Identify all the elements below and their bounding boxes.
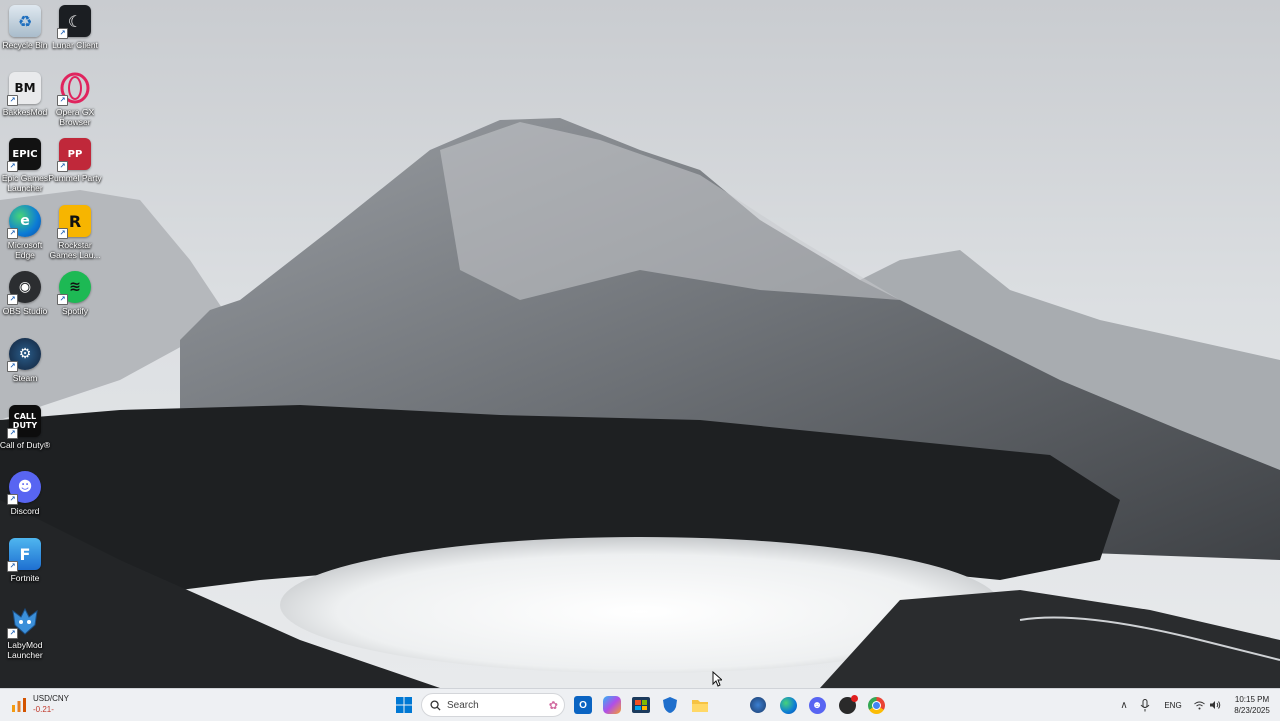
language-label: ENG bbox=[1164, 700, 1182, 710]
desktop-icon-label: Spotify bbox=[62, 306, 88, 316]
desktop-icon-bakkesmod[interactable]: BM ↗ BakkesMod bbox=[0, 72, 50, 134]
steam-icon: ⚙ ↗ bbox=[7, 338, 41, 372]
desktop-icon-discord[interactable]: ☻ ↗ Discord bbox=[0, 471, 50, 533]
rockstar-icon: R ↗ bbox=[57, 205, 91, 239]
call-of-duty-icon: CALL DUTY ↗ bbox=[7, 405, 41, 439]
windows-logo-icon bbox=[396, 697, 412, 713]
desktop-icon-microsoft-edge[interactable]: e ↗ Microsoft Edge bbox=[0, 205, 50, 267]
bakkesmod-icon: BM ↗ bbox=[7, 72, 41, 106]
show-hidden-icons-button[interactable]: ∧ bbox=[1115, 694, 1133, 716]
microphone-button[interactable] bbox=[1136, 694, 1154, 716]
app-shield-icon bbox=[750, 697, 766, 713]
taskbar-file-explorer[interactable] bbox=[689, 694, 711, 716]
start-button[interactable] bbox=[393, 694, 415, 716]
taskbar-game-app[interactable] bbox=[836, 694, 858, 716]
desktop-icon-rockstar[interactable]: R ↗ Rockstar Games Lau... bbox=[49, 205, 101, 267]
desktop-icon-labymod[interactable]: ↗ LabyMod Launcher bbox=[0, 605, 50, 667]
taskbar-defender[interactable] bbox=[659, 694, 681, 716]
desktop-icon-label: Pummel Party bbox=[48, 173, 102, 183]
pummel-party-icon: PP ↗ bbox=[57, 138, 91, 172]
desktop-icon-lunar-client[interactable]: ☾ ↗ Lunar Client bbox=[50, 5, 100, 67]
desktop-icon-label: OBS Studio bbox=[2, 306, 48, 316]
obs-icon: ◉ ↗ bbox=[7, 271, 41, 305]
desktop-icon-spotify[interactable]: ≋ ↗ Spotify bbox=[50, 271, 100, 333]
widget-button[interactable] bbox=[8, 694, 30, 716]
desktop-icon-label: Lunar Client bbox=[52, 40, 98, 50]
desktop-icon-fortnite[interactable]: F ↗ Fortnite bbox=[0, 538, 50, 600]
discord-icon: ☻ bbox=[808, 696, 826, 714]
game-app-icon bbox=[838, 694, 858, 714]
edge-icon bbox=[779, 696, 797, 714]
clock-button[interactable]: 10:15 PM 8/23/2025 bbox=[1226, 692, 1278, 718]
store-icon bbox=[632, 697, 650, 713]
discord-icon: ☻ ↗ bbox=[7, 471, 41, 505]
taskbar-copilot[interactable] bbox=[601, 694, 623, 716]
clock-time: 10:15 PM bbox=[1234, 695, 1270, 704]
clock-date: 8/23/2025 bbox=[1234, 706, 1270, 715]
desktop-icon-label: Fortnite bbox=[10, 573, 40, 583]
taskbar-edge[interactable] bbox=[777, 694, 799, 716]
widget-title: USD/CNY bbox=[33, 694, 70, 703]
shield-icon bbox=[663, 697, 677, 713]
desktop-icon-epic-games[interactable]: EPIC ↗ Epic Games Launcher bbox=[0, 138, 50, 200]
desktop-icon-label: Rockstar Games Lau... bbox=[49, 240, 101, 260]
taskbar-outlook[interactable]: O bbox=[572, 694, 594, 716]
taskbar-app-shield[interactable] bbox=[747, 694, 769, 716]
widget-value: -0.21- bbox=[33, 705, 54, 714]
search-placeholder: Search bbox=[447, 699, 479, 711]
desktop-icon-pummel-party[interactable]: PP ↗ Pummel Party bbox=[48, 138, 102, 200]
edge-icon: e ↗ bbox=[7, 205, 41, 239]
desktop-wallpaper bbox=[0, 0, 1280, 688]
mouse-cursor-icon bbox=[712, 671, 722, 687]
desktop-icon-label: Microsoft Edge bbox=[7, 240, 43, 260]
microphone-icon bbox=[1140, 698, 1150, 711]
folder-icon bbox=[692, 699, 708, 712]
wifi-icon bbox=[1193, 701, 1205, 709]
desktop-icon-label: Discord bbox=[10, 506, 40, 516]
lunar-client-icon: ☾ ↗ bbox=[57, 5, 91, 39]
chrome-icon bbox=[867, 696, 885, 714]
taskbar-discord[interactable]: ☻ bbox=[806, 694, 828, 716]
desktop-icon-label: Call of Duty® bbox=[0, 440, 51, 450]
taskbar-chrome[interactable] bbox=[865, 694, 887, 716]
fortnite-icon: F ↗ bbox=[7, 538, 41, 572]
copilot-icon bbox=[603, 696, 621, 714]
desktop-icon-label: Recycle Bin bbox=[2, 40, 48, 50]
taskbar-microsoft-store[interactable] bbox=[630, 694, 652, 716]
recycle-bin-icon: ♻ bbox=[9, 5, 41, 37]
labymod-icon: ↗ bbox=[7, 605, 41, 639]
taskbar: Search ✿ O ☻ ∧ ENG 10:15 PM 8/23/2025 bbox=[0, 688, 1280, 721]
spotify-icon: ≋ ↗ bbox=[57, 271, 91, 305]
desktop-icon-label: Opera GX Browser bbox=[55, 107, 95, 127]
quick-settings-button[interactable] bbox=[1188, 694, 1226, 716]
desktop-icon-recycle-bin[interactable]: ♻ Recycle Bin bbox=[0, 5, 50, 67]
desktop-icon-steam[interactable]: ⚙ ↗ Steam bbox=[0, 338, 50, 400]
desktop-icon-call-of-duty[interactable]: CALL DUTY ↗ Call of Duty® bbox=[0, 405, 50, 467]
language-indicator[interactable]: ENG bbox=[1160, 694, 1186, 716]
chart-widget-icon bbox=[12, 698, 26, 712]
opera-gx-icon: ↗ bbox=[57, 72, 91, 106]
taskbar-search-box[interactable]: Search ✿ bbox=[421, 693, 565, 717]
epic-games-icon: EPIC ↗ bbox=[7, 138, 41, 172]
outlook-icon: O bbox=[574, 696, 592, 714]
desktop-icon-obs-studio[interactable]: ◉ ↗ OBS Studio bbox=[0, 271, 50, 333]
desktop-icon-label: Steam bbox=[12, 373, 38, 383]
search-highlight-icon: ✿ bbox=[548, 699, 558, 712]
desktop-icon-label: Epic Games Launcher bbox=[1, 173, 49, 193]
chevron-up-icon: ∧ bbox=[1120, 699, 1128, 711]
desktop-icon-label: LabyMod Launcher bbox=[7, 640, 43, 660]
desktop-icon-opera-gx[interactable]: ↗ Opera GX Browser bbox=[50, 72, 100, 134]
search-icon bbox=[430, 699, 441, 711]
desktop-icon-label: BakkesMod bbox=[2, 107, 48, 117]
volume-icon bbox=[1209, 701, 1220, 709]
